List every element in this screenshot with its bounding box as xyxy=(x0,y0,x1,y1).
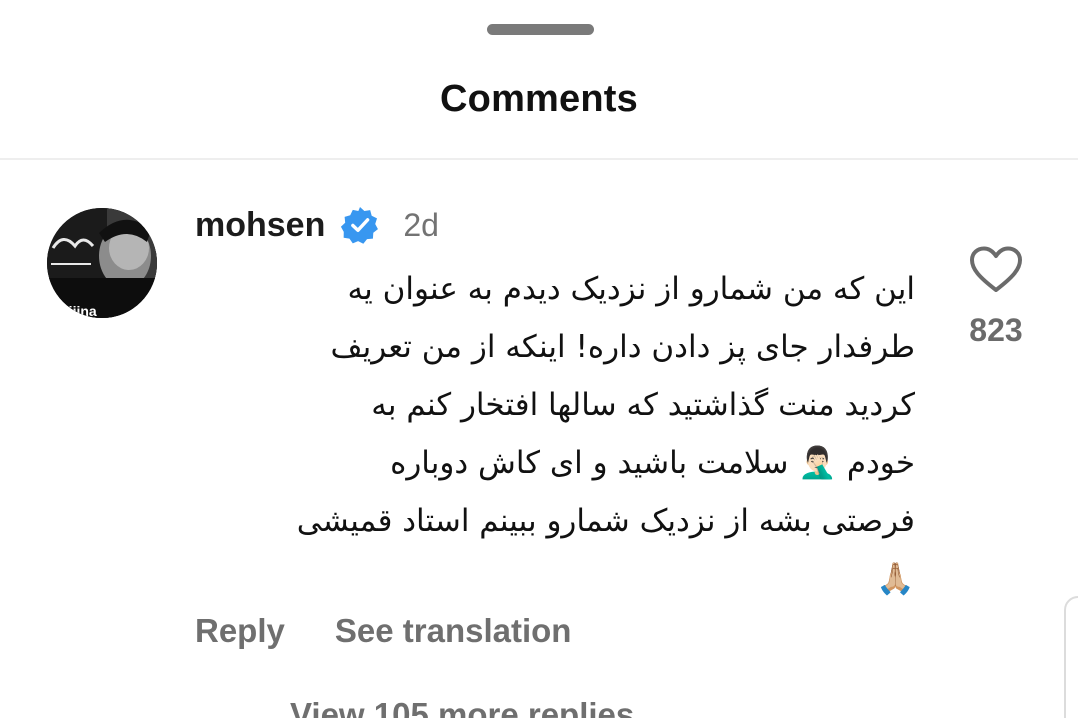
comment-text: این که من شمارو از نزدیک دیدم به عنوان ی… xyxy=(195,260,915,608)
avatar[interactable]: alijina xyxy=(47,208,157,318)
comment-time: 2d xyxy=(403,206,439,243)
comment-line: 🙏🏼 xyxy=(876,561,915,597)
sheet-title: Comments xyxy=(440,78,638,120)
comment-line: این که من شمارو از نزدیک دیدم به عنوان ی… xyxy=(347,271,915,307)
see-translation-button[interactable]: See translation xyxy=(335,612,572,650)
reply-button[interactable]: Reply xyxy=(195,612,285,650)
avatar-overlay-text: alijina xyxy=(57,303,97,318)
drag-handle[interactable] xyxy=(487,24,594,35)
comments-sheet: Comments alijina mohsen 2d این که من شما… xyxy=(0,0,1078,718)
like-count: 823 xyxy=(969,312,1023,348)
heart-outline-icon[interactable] xyxy=(969,246,1023,294)
verified-badge-icon xyxy=(341,206,379,244)
comment-line: کردید منت گذاشتید که سالها افتخار کنم به xyxy=(371,387,915,423)
header-divider xyxy=(0,158,1078,160)
username[interactable]: mohsen xyxy=(195,206,325,245)
comment-line: خودم 🤦🏻‍♂️ سلامت باشید و ای کاش دوباره xyxy=(390,445,915,481)
view-replies-button[interactable]: View 105 more replies xyxy=(290,696,634,718)
comment-line: طرفدار جای پز دادن داره! اینکه از من تعر… xyxy=(330,329,915,365)
comment-header: mohsen 2d xyxy=(195,200,439,250)
view-replies-row[interactable]: View 105 more replies xyxy=(160,696,634,718)
comment-actions: Reply See translation xyxy=(195,612,571,650)
avatar-photo: alijina xyxy=(47,208,157,318)
side-panel-edge xyxy=(1064,596,1078,718)
comment-line: فرصتی بشه از نزدیک شمارو ببینم استاد قمی… xyxy=(296,503,915,539)
